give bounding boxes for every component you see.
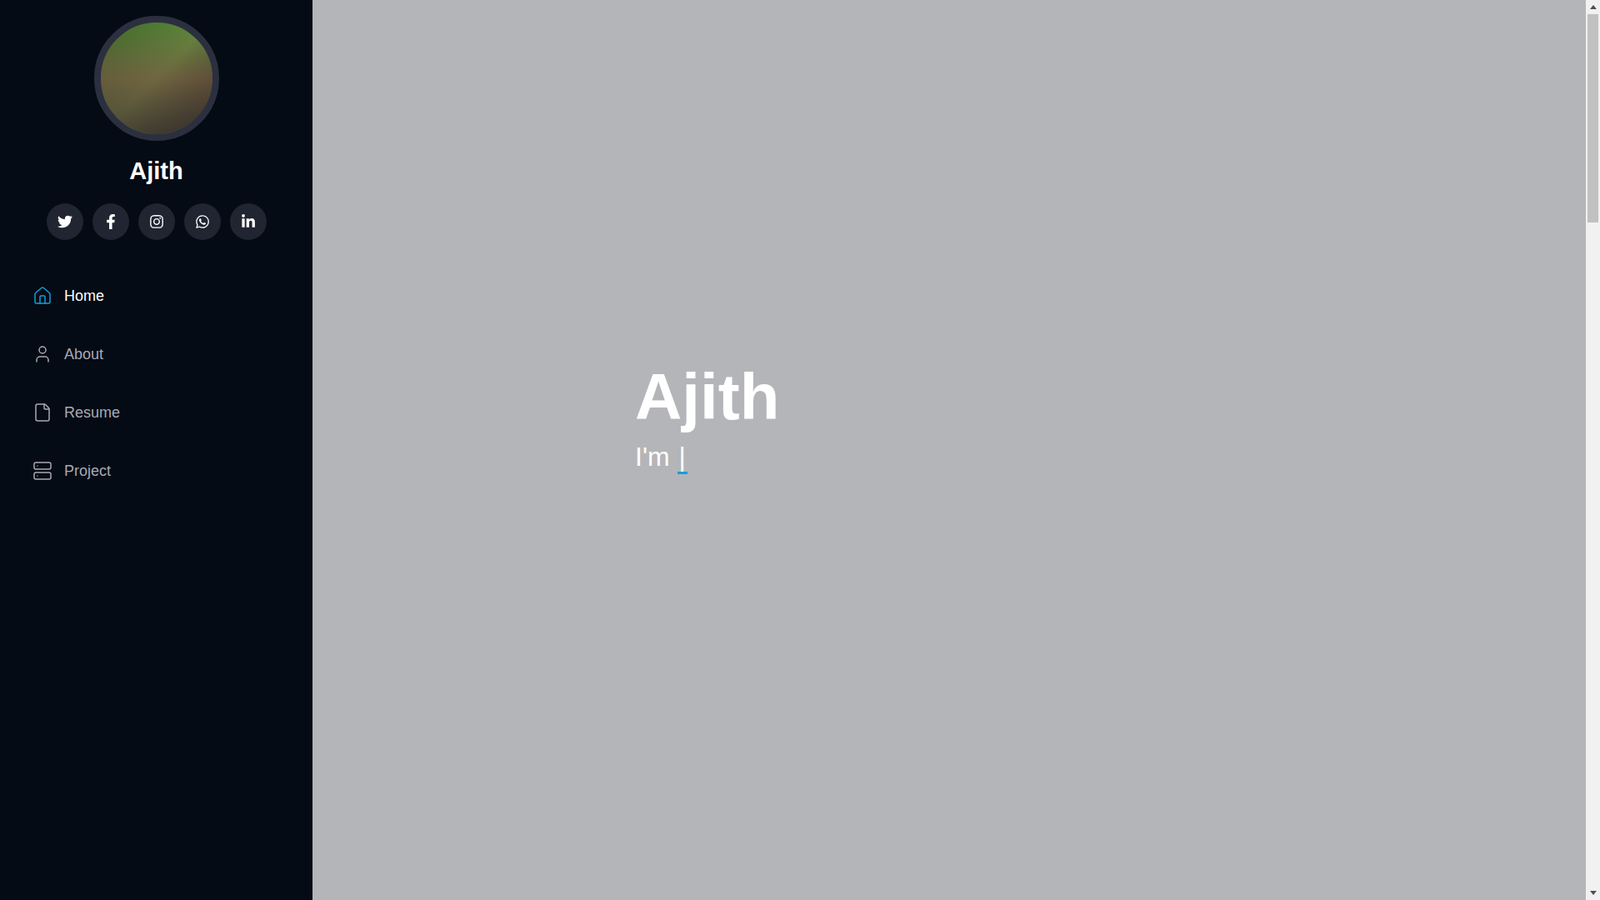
sidebar: Ajith Home About Resume Project bbox=[0, 0, 313, 900]
nav-menu: Home About Resume Project bbox=[0, 276, 313, 490]
hero-section: AjithI'm | bbox=[312, 0, 1586, 900]
home-icon bbox=[32, 285, 53, 306]
resume-icon bbox=[32, 402, 53, 423]
profile-name: Ajith bbox=[129, 155, 183, 186]
scroll-down-icon[interactable] bbox=[1590, 885, 1597, 900]
twitter-icon bbox=[57, 214, 73, 230]
hero-subtitle: I'm | bbox=[635, 438, 780, 476]
scrollbar[interactable] bbox=[1585, 0, 1600, 900]
profile-avatar bbox=[94, 15, 220, 141]
nav-label: Home bbox=[64, 285, 105, 308]
social-link[interactable] bbox=[230, 203, 267, 240]
scroll-up-icon[interactable] bbox=[1590, 0, 1597, 15]
social-link[interactable] bbox=[46, 203, 84, 240]
instagram-icon bbox=[149, 214, 165, 230]
app: AjithHomeAboutResumeProjectAjithI'm | bbox=[0, 0, 1600, 900]
whatsapp-icon bbox=[195, 214, 210, 230]
profile-photo bbox=[100, 22, 213, 135]
social-link[interactable] bbox=[92, 203, 130, 240]
hero-title: Ajith bbox=[635, 357, 780, 436]
scrollbar-thumb[interactable] bbox=[1587, 14, 1599, 223]
nav-label: Resume bbox=[64, 401, 120, 425]
hero-content: AjithI'm | bbox=[635, 357, 780, 476]
nav-item[interactable]: Home bbox=[32, 276, 280, 315]
typing-cursor: | bbox=[677, 441, 688, 475]
nav-label: About bbox=[64, 343, 104, 366]
nav-item[interactable]: Project bbox=[32, 451, 280, 490]
about-icon bbox=[32, 344, 53, 365]
social-links bbox=[46, 203, 267, 240]
linkedin-icon bbox=[240, 214, 256, 230]
social-link[interactable] bbox=[138, 203, 175, 240]
social-link[interactable] bbox=[184, 203, 221, 240]
nav-item[interactable]: Resume bbox=[32, 393, 280, 432]
nav-item[interactable]: About bbox=[32, 335, 280, 374]
facebook-icon bbox=[103, 214, 119, 230]
project-icon bbox=[32, 460, 53, 481]
nav-label: Project bbox=[64, 460, 111, 483]
